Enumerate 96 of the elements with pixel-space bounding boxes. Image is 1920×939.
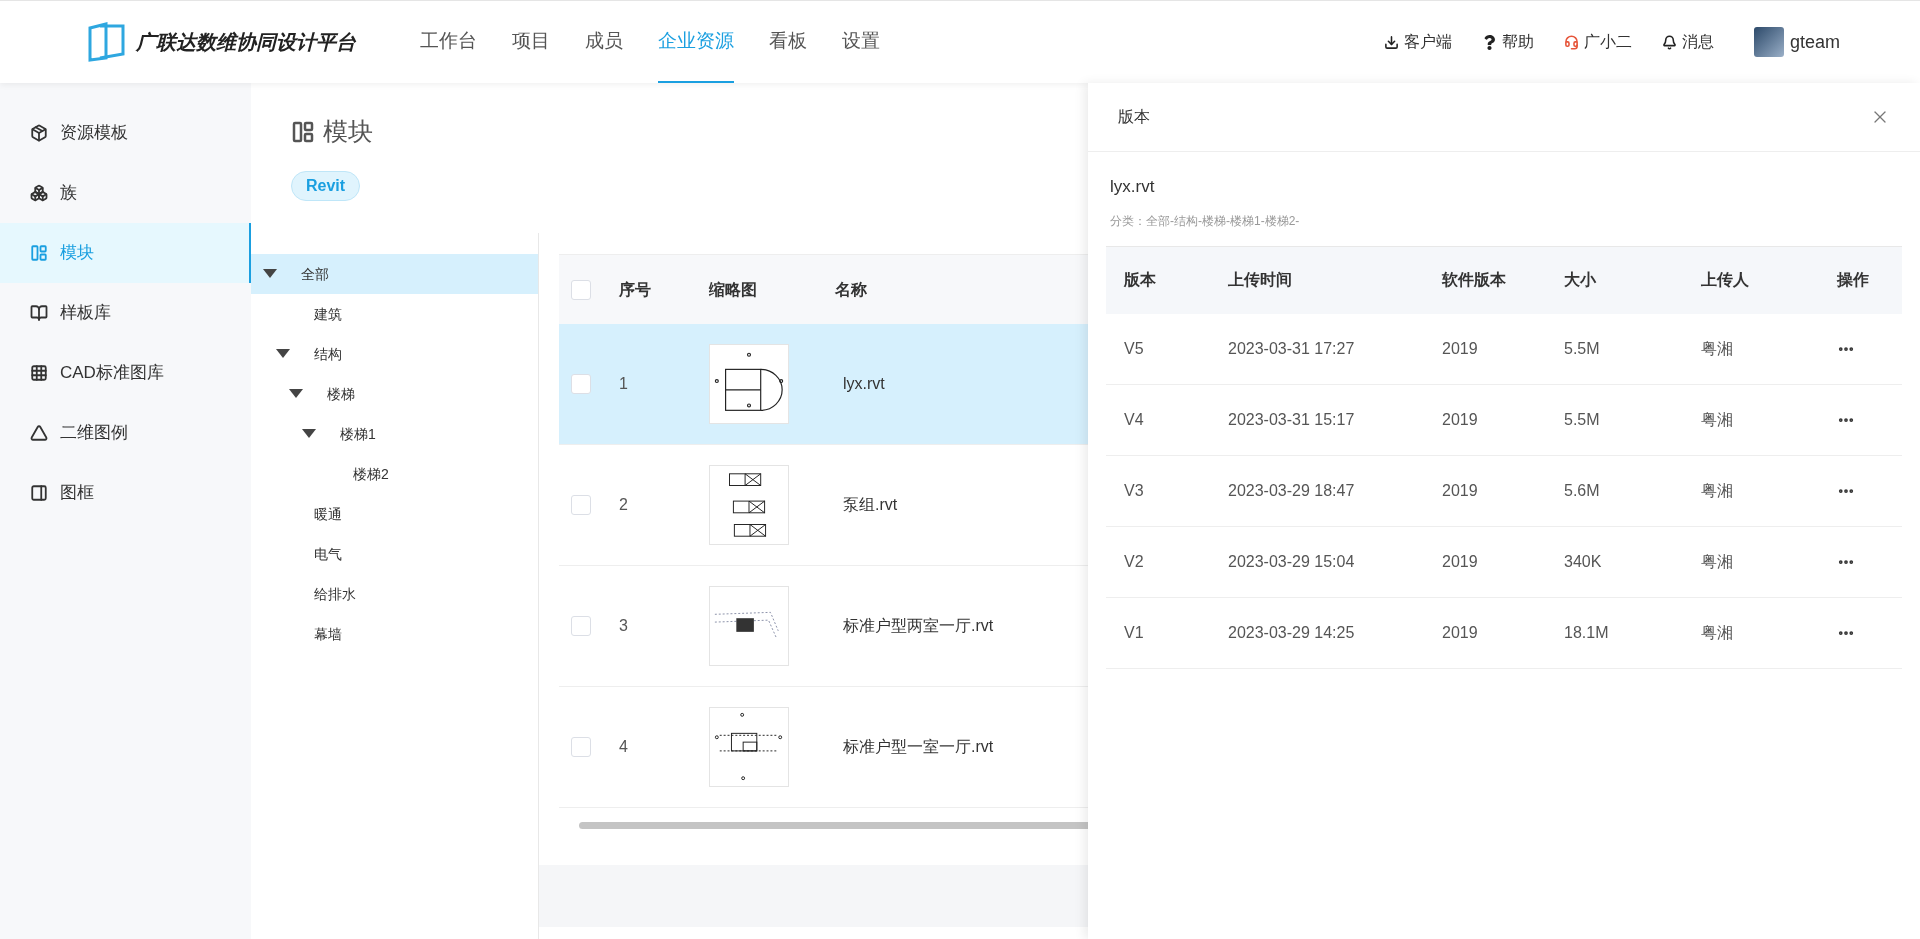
table-cell-text: 3	[618, 616, 629, 636]
nav-tab[interactable]: 看板	[769, 1, 807, 83]
table-cell-text: 标准户型两室一厅.rvt	[842, 616, 994, 636]
caret-icon[interactable]	[289, 389, 303, 399]
table-cell-text: 4	[618, 737, 629, 757]
book-icon	[30, 304, 48, 322]
tree-item[interactable]: 全部	[251, 254, 538, 294]
table-cell-text: 粤湘	[1700, 409, 1734, 430]
column-header: 版本	[1123, 270, 1157, 290]
tree-item[interactable]: 结构	[251, 334, 538, 374]
grid-icon	[30, 364, 48, 382]
table-cell-text: 2019	[1441, 480, 1479, 501]
sidebar-item[interactable]: CAD标准图库	[0, 343, 251, 403]
column-header: 上传时间	[1227, 270, 1293, 290]
column-header: 大小	[1563, 270, 1597, 290]
table-cell-text: V2	[1123, 551, 1145, 572]
header-link[interactable]: 消息	[1661, 30, 1714, 54]
category-path: 分类：全部-结构-楼梯-楼梯1-楼梯2-	[1110, 212, 1301, 230]
checkbox[interactable]	[571, 737, 591, 757]
header-link[interactable]: 广小二	[1563, 30, 1632, 54]
nav-tab[interactable]: 设置	[842, 1, 880, 83]
triangle-icon	[30, 424, 48, 442]
checkbox[interactable]	[571, 495, 591, 515]
nav-tab[interactable]: 工作台	[420, 1, 477, 83]
tree-item[interactable]: 楼梯1	[251, 414, 538, 454]
table-cell-text: 粤湘	[1700, 480, 1734, 501]
column-header: 操作	[1835, 270, 1870, 290]
frame-icon	[30, 484, 48, 502]
table-cell-text: 2	[618, 495, 629, 515]
table-cell-text: 2019	[1441, 622, 1479, 643]
help-icon	[1481, 34, 1497, 50]
avatar-photo-placeholder[interactable]	[1753, 27, 1784, 57]
table-cell-text: 5.5M	[1563, 409, 1601, 430]
tree-item[interactable]: 电气	[251, 534, 538, 574]
column-header: 软件版本	[1441, 270, 1507, 290]
bell-icon	[1661, 34, 1677, 50]
table-cell-text: 2023-03-31 17:27	[1227, 338, 1356, 359]
nav-tab[interactable]: 成员	[585, 1, 623, 83]
cubes-icon	[30, 184, 48, 202]
column-header: 序号	[618, 279, 652, 300]
file-name: lyx.rvt	[1110, 176, 1156, 198]
user-name[interactable]: gteam	[1789, 28, 1840, 56]
download-icon	[1383, 34, 1399, 50]
sidebar-item[interactable]: 资源模板	[0, 103, 251, 163]
checkbox[interactable]	[571, 616, 591, 636]
column-header: 缩略图	[708, 279, 758, 300]
tree-item[interactable]: 暖通	[251, 494, 538, 534]
tree-item[interactable]: 建筑	[251, 294, 538, 334]
tree-item[interactable]: 幕墙	[251, 614, 538, 654]
table-cell-text: 1	[618, 374, 629, 394]
tree-item[interactable]: 楼梯	[251, 374, 538, 414]
column-header: 上传人	[1700, 270, 1750, 290]
table-cell-text: 2019	[1441, 338, 1479, 359]
tree-item[interactable]: 楼梯2	[251, 454, 538, 494]
table-cell-text: 5.6M	[1563, 480, 1601, 501]
box-icon	[30, 124, 48, 142]
caret-icon[interactable]	[276, 349, 290, 359]
column-header: 名称	[835, 279, 867, 300]
table-cell-text: 2019	[1441, 409, 1479, 430]
checkbox[interactable]	[571, 279, 591, 300]
module-icon	[291, 119, 315, 144]
table-cell-text: 340K	[1563, 551, 1603, 572]
table-cell-text: 2023-03-29 14:25	[1227, 622, 1356, 643]
table-cell-text: 泵组.rvt	[842, 495, 898, 515]
logo-icon	[88, 22, 126, 62]
page-title: 模块	[323, 116, 373, 147]
table-cell-text: 5.5M	[1563, 338, 1601, 359]
drawer-title: 版本	[1118, 107, 1150, 127]
table-cell-text: 2023-03-29 15:04	[1227, 551, 1356, 572]
sidebar-item[interactable]: 族	[0, 163, 251, 223]
module-icon	[30, 244, 48, 262]
tree-item[interactable]: 给排水	[251, 574, 538, 614]
caret-icon[interactable]	[302, 429, 316, 439]
header-link[interactable]: 客户端	[1383, 30, 1452, 54]
sidebar-item[interactable]: 图框	[0, 463, 251, 523]
table-cell-text: 粤湘	[1700, 622, 1734, 643]
table-cell-text: 2023-03-29 18:47	[1227, 480, 1356, 501]
caret-icon[interactable]	[263, 269, 277, 279]
table-cell-text: 18.1M	[1563, 622, 1610, 643]
table-cell-text: 2023-03-31 15:17	[1227, 409, 1356, 430]
header-link[interactable]: 帮助	[1481, 30, 1534, 54]
logo-text: 广联达数维协同设计平台	[136, 30, 356, 55]
table-cell-text: 粤湘	[1700, 338, 1734, 359]
table-cell-text: V5	[1123, 338, 1145, 359]
table-cell-text: V1	[1123, 622, 1145, 643]
sidebar-item[interactable]: 样板库	[0, 283, 251, 343]
nav-tab[interactable]: 项目	[512, 1, 550, 83]
table-cell-text: V4	[1123, 409, 1145, 430]
headset-icon	[1563, 34, 1579, 50]
checkbox[interactable]	[571, 374, 591, 394]
table-cell-text: 粤湘	[1700, 551, 1734, 572]
table-cell-text: 标准户型一室一厅.rvt	[842, 737, 994, 757]
table-cell-text: 2019	[1441, 551, 1479, 572]
table-cell-text: lyx.rvt	[842, 374, 885, 394]
sidebar-item[interactable]: 二维图例	[0, 403, 251, 463]
table-cell-text: V3	[1123, 480, 1145, 501]
